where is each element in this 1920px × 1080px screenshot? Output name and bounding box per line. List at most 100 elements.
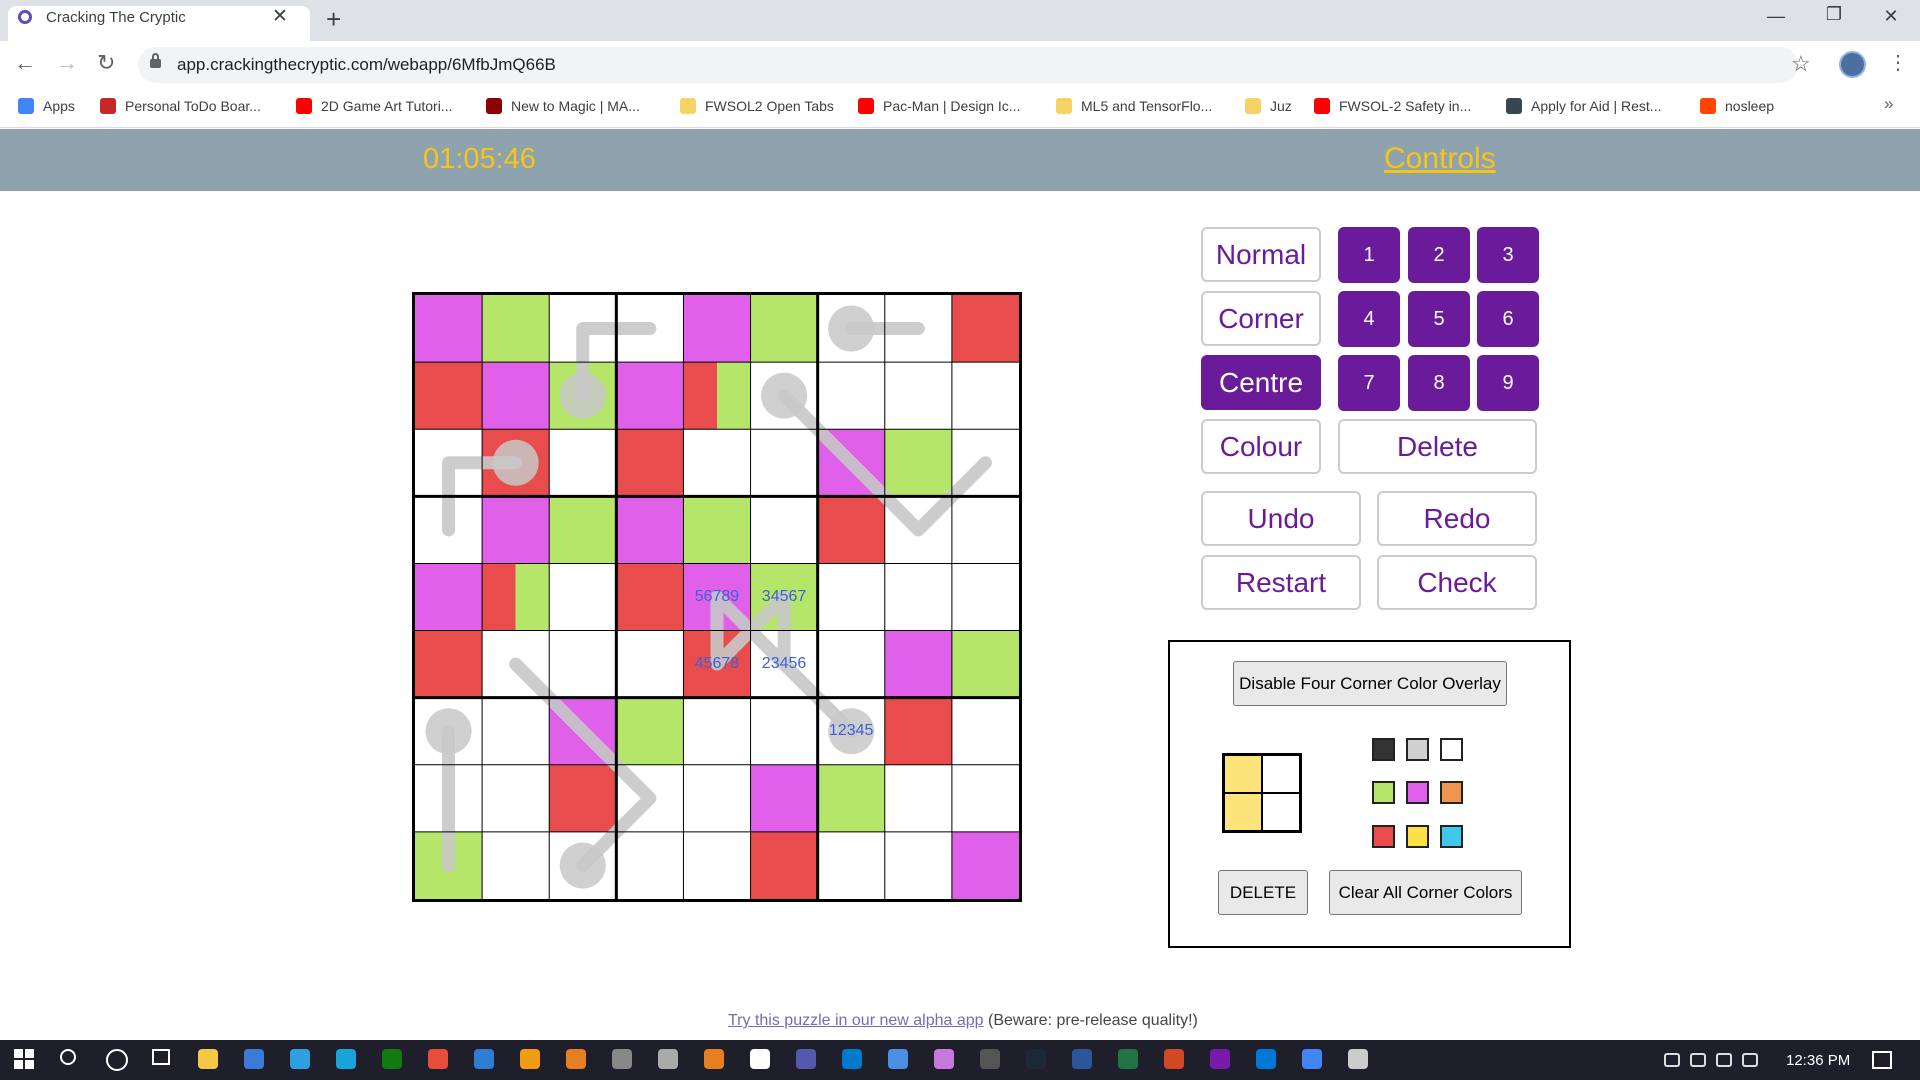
cortana-icon[interactable]	[106, 1049, 128, 1071]
mode-centre-button[interactable]: Centre	[1201, 355, 1321, 410]
grid-cell[interactable]	[616, 697, 684, 765]
task-view-icon[interactable]	[152, 1049, 170, 1065]
grid-cell[interactable]	[616, 630, 684, 698]
grid-cell[interactable]	[482, 496, 550, 564]
grid-cell[interactable]	[951, 563, 1019, 631]
taskbar-app-icon[interactable]	[934, 1049, 954, 1069]
grid-cell[interactable]	[884, 697, 952, 765]
digit-button-8[interactable]: 8	[1408, 355, 1470, 411]
grid-cell[interactable]	[482, 362, 550, 430]
grid-cell[interactable]	[549, 764, 617, 832]
bookmark-star-icon[interactable]: ☆	[1791, 51, 1811, 77]
window-close-icon[interactable]: ✕	[1871, 6, 1911, 27]
taskbar-app-icon[interactable]	[1026, 1049, 1046, 1069]
bookmark-item[interactable]: FWSOL-2 Safety in...	[1314, 96, 1471, 116]
digit-button-7[interactable]: 7	[1338, 355, 1400, 411]
digit-button-9[interactable]: 9	[1477, 355, 1539, 411]
bookmark-item[interactable]: Personal ToDo Boar...	[100, 96, 261, 116]
more-bookmarks-icon[interactable]: »	[1884, 94, 1893, 114]
palette-swatch[interactable]	[1372, 781, 1395, 804]
back-icon[interactable]: ←	[14, 50, 36, 76]
taskbar-app-icon[interactable]	[244, 1049, 264, 1069]
grid-cell[interactable]	[683, 295, 751, 363]
taskbar-app-icon[interactable]	[658, 1049, 678, 1069]
grid-cell[interactable]	[750, 831, 818, 899]
profile-avatar[interactable]	[1839, 51, 1866, 78]
taskbar-app-icon[interactable]	[336, 1049, 356, 1069]
grid-cell[interactable]	[817, 362, 885, 430]
grid-cell[interactable]	[884, 831, 952, 899]
taskbar-app-icon[interactable]	[428, 1049, 448, 1069]
bookmark-item[interactable]: Apps	[18, 96, 75, 116]
taskbar-app-icon[interactable]	[1118, 1049, 1138, 1069]
bookmark-item[interactable]: Apply for Aid | Rest...	[1506, 96, 1661, 116]
grid-cell[interactable]	[750, 496, 818, 564]
grid-cell[interactable]	[884, 563, 952, 631]
bookmark-item[interactable]: 2D Game Art Tutori...	[296, 96, 453, 116]
grid-cell[interactable]	[415, 295, 483, 363]
palette-swatch[interactable]	[1440, 781, 1463, 804]
restart-button[interactable]: Restart	[1201, 555, 1361, 610]
taskbar-app-icon[interactable]	[612, 1049, 632, 1069]
taskbar-app-icon[interactable]	[796, 1049, 816, 1069]
minimize-icon[interactable]: —	[1756, 6, 1796, 27]
taskbar-app-icon[interactable]	[566, 1049, 586, 1069]
grid-cell[interactable]	[750, 429, 818, 497]
grid-cell[interactable]	[616, 563, 684, 631]
url-text[interactable]: app.crackingthecryptic.com/webapp/6MfbJm…	[177, 55, 556, 75]
corner-preview-quadrant[interactable]	[1224, 793, 1262, 831]
grid-cell[interactable]	[817, 496, 885, 564]
restore-icon[interactable]: ❐	[1814, 4, 1854, 25]
sudoku-grid[interactable]: 56789 34567 45678 23456 12345	[412, 292, 1022, 902]
controls-link[interactable]: Controls	[1384, 142, 1496, 176]
taskbar-clock[interactable]: 12:36 PM	[1786, 1052, 1850, 1069]
grid-cell[interactable]	[482, 831, 550, 899]
grid-cell[interactable]	[415, 362, 483, 430]
grid-cell[interactable]	[482, 697, 550, 765]
volume-tray-icon[interactable]	[1742, 1053, 1758, 1067]
grid-cell[interactable]	[884, 429, 952, 497]
grid-cell[interactable]	[683, 429, 751, 497]
grid-cell[interactable]	[482, 764, 550, 832]
forward-icon[interactable]: →	[56, 50, 78, 76]
mode-colour-button[interactable]: Colour	[1201, 419, 1321, 474]
new-tab-icon[interactable]: +	[326, 5, 341, 33]
battery-tray-icon[interactable]	[1690, 1053, 1706, 1067]
palette-swatch[interactable]	[1440, 738, 1463, 761]
corner-preview-quadrant[interactable]	[1224, 755, 1262, 793]
taskbar-app-icon[interactable]	[474, 1049, 494, 1069]
taskbar-app-icon[interactable]	[1072, 1049, 1092, 1069]
grid-cell[interactable]	[951, 764, 1019, 832]
taskbar-app-icon[interactable]	[750, 1049, 770, 1069]
bookmark-item[interactable]: ML5 and TensorFlo...	[1056, 96, 1212, 116]
reload-icon[interactable]: ↻	[97, 50, 115, 76]
delete-button[interactable]: Delete	[1338, 419, 1537, 474]
grid-cell[interactable]	[683, 831, 751, 899]
grid-cell[interactable]	[817, 831, 885, 899]
grid-cell[interactable]	[951, 831, 1019, 899]
palette-swatch[interactable]	[1372, 738, 1395, 761]
grid-cell[interactable]	[482, 563, 516, 631]
grid-cell[interactable]	[817, 764, 885, 832]
taskbar-app-icon[interactable]	[1210, 1049, 1230, 1069]
grid-cell[interactable]	[415, 563, 483, 631]
browser-menu-icon[interactable]: ⋮	[1888, 50, 1908, 75]
taskbar-app-icon[interactable]	[704, 1049, 724, 1069]
taskbar-app-icon[interactable]	[842, 1049, 862, 1069]
alpha-app-link[interactable]: Try this puzzle in our new alpha app	[728, 1012, 984, 1029]
grid-cell[interactable]	[549, 429, 617, 497]
grid-cell[interactable]	[884, 630, 952, 698]
grid-cell[interactable]	[549, 496, 617, 564]
grid-cell[interactable]	[616, 831, 684, 899]
grid-cell[interactable]	[549, 563, 617, 631]
digit-button-5[interactable]: 5	[1408, 291, 1470, 347]
bookmark-item[interactable]: Pac-Man | Design Ic...	[858, 96, 1020, 116]
mode-corner-button[interactable]: Corner	[1201, 291, 1321, 346]
taskbar-app-icon[interactable]	[290, 1049, 310, 1069]
grid-cell[interactable]	[951, 496, 1019, 564]
palette-swatch[interactable]	[1440, 825, 1463, 848]
disable-overlay-button[interactable]: Disable Four Corner Color Overlay	[1233, 661, 1507, 706]
windows-start-icon[interactable]	[14, 1049, 36, 1071]
bookmark-item[interactable]: FWSOL2 Open Tabs	[680, 96, 834, 116]
grid-cell[interactable]	[884, 362, 952, 430]
